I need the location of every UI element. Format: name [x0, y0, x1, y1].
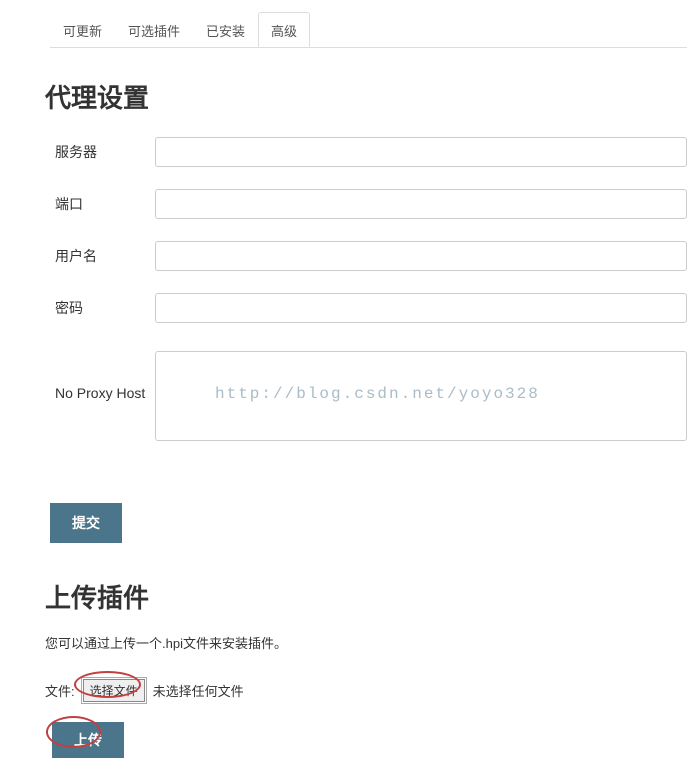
tab-bar: 可更新 可选插件 已安装 高级: [50, 12, 687, 48]
server-input[interactable]: [155, 137, 687, 167]
port-label: 端口: [55, 194, 155, 214]
upload-description: 您可以通过上传一个.hpi文件来安装插件。: [45, 633, 687, 652]
username-label: 用户名: [55, 246, 155, 266]
upload-button[interactable]: 上传: [52, 722, 124, 758]
file-chooser[interactable]: 选择文件: [81, 677, 147, 704]
tab-available[interactable]: 可选插件: [115, 12, 193, 47]
server-label: 服务器: [55, 142, 155, 162]
password-row: 密码: [55, 293, 687, 323]
password-label: 密码: [55, 298, 155, 318]
noproxy-input[interactable]: [155, 351, 687, 441]
username-row: 用户名: [55, 241, 687, 271]
password-input[interactable]: [155, 293, 687, 323]
file-label: 文件:: [45, 681, 75, 700]
proxy-settings-title: 代理设置: [45, 78, 687, 115]
port-row: 端口: [55, 189, 687, 219]
noproxy-row: No Proxy Host http://blog.csdn.net/yoyo3…: [55, 351, 687, 441]
tab-advanced[interactable]: 高级: [258, 12, 310, 47]
upload-plugin-title: 上传插件: [45, 578, 687, 615]
submit-button[interactable]: 提交: [50, 503, 122, 543]
username-input[interactable]: [155, 241, 687, 271]
server-row: 服务器: [55, 137, 687, 167]
file-status-text: 未选择任何文件: [153, 681, 244, 700]
choose-file-button[interactable]: 选择文件: [83, 679, 145, 702]
noproxy-label: No Proxy Host: [55, 351, 155, 401]
tab-updatable[interactable]: 可更新: [50, 12, 115, 47]
port-input[interactable]: [155, 189, 687, 219]
file-row: 文件: 选择文件 未选择任何文件: [45, 677, 687, 704]
tab-installed[interactable]: 已安装: [193, 12, 258, 47]
